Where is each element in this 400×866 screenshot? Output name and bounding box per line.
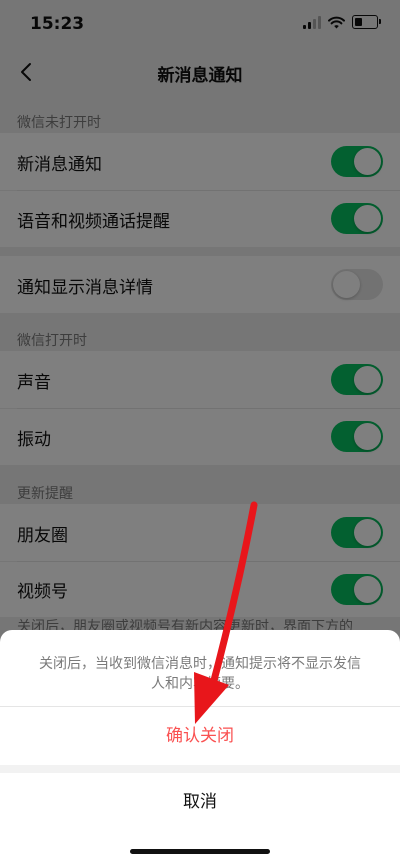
confirm-close-button[interactable]: 确认关闭 [0, 707, 400, 765]
cancel-button[interactable]: 取消 [0, 773, 400, 831]
action-sheet: 关闭后，当收到微信消息时，通知提示将不显示发信人和内容摘要。 确认关闭 取消 [0, 630, 400, 866]
home-indicator [130, 849, 270, 854]
sheet-description: 关闭后，当收到微信消息时，通知提示将不显示发信人和内容摘要。 [39, 656, 361, 692]
sheet-separator [0, 765, 400, 773]
